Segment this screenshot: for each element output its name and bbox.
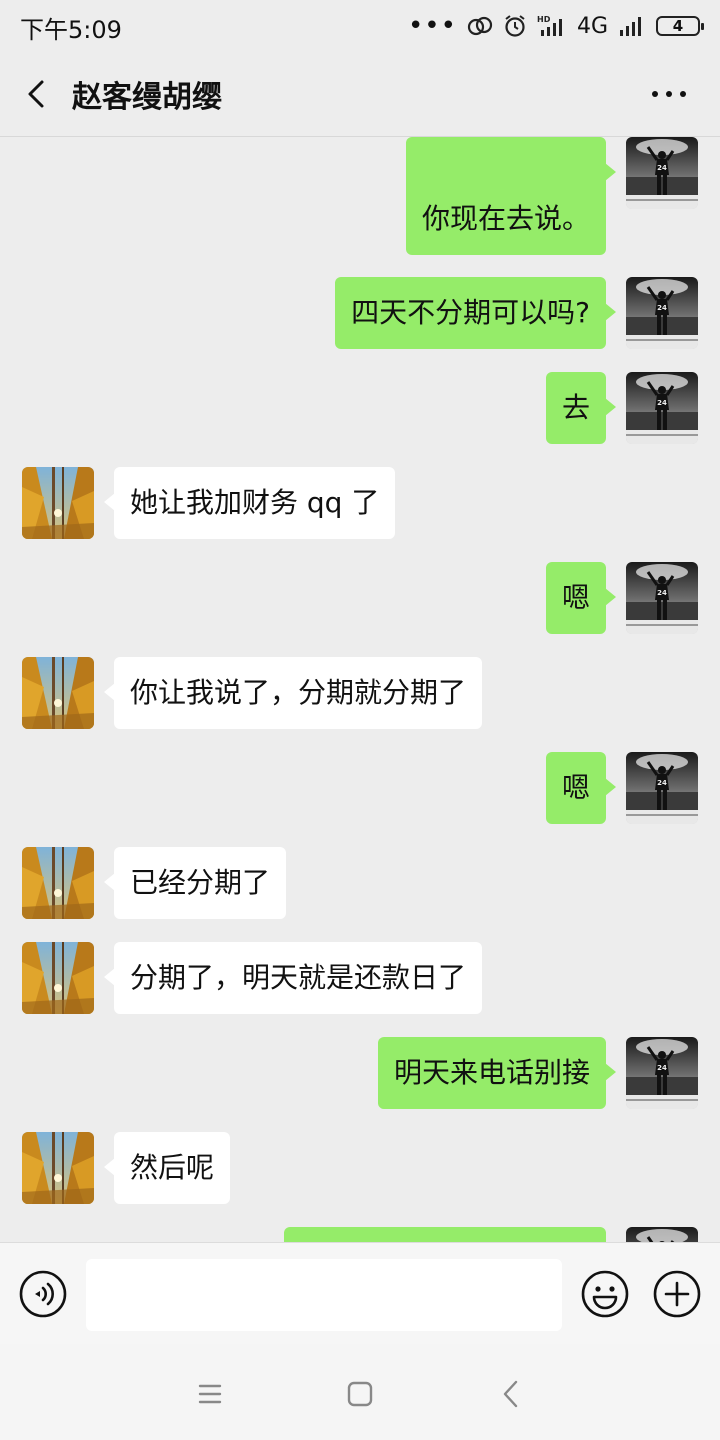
contact-avatar[interactable] [22,847,94,919]
contact-avatar[interactable] [22,657,94,729]
my-avatar[interactable] [626,1037,698,1109]
message-bubble-sent[interactable] [284,1227,606,1242]
message-bubble-sent[interactable]: 你现在去说。 [405,137,617,255]
my-avatar[interactable] [626,372,698,444]
message-text: 明天来电话别接 [393,1056,590,1089]
chat-title: 赵客缦胡缨 [72,80,222,115]
alarm-icon [505,15,525,37]
plus-icon[interactable] [652,1269,702,1319]
my-avatar[interactable] [626,137,698,209]
network-type: 4G [576,13,608,39]
system-nav-bar [0,1344,720,1440]
chat-messages[interactable]: 你现在去说。 四天不分期可以吗? 去 她让我加财务 qq 了 嗯 你让我说了，分… [0,137,720,1242]
message-text: 已经分期了 [130,866,271,899]
voice-icon[interactable] [18,1269,68,1319]
status-time: 下午5:09 [20,16,122,44]
message-text: 嗯 [561,771,590,804]
contact-avatar[interactable] [22,942,94,1014]
message-bubble-received[interactable]: 然后呢 [103,1132,231,1204]
message-input[interactable] [86,1259,562,1331]
signal-hd-icon: HD [537,15,562,36]
signal-icon [620,17,641,36]
message-text: 你现在去说。 [421,202,590,235]
message-text: 嗯 [561,581,590,614]
svg-text:HD: HD [537,15,551,24]
message-bubble-sent[interactable]: 四天不分期可以吗? [335,277,616,349]
home-icon[interactable] [340,1374,380,1414]
message-bubble-received[interactable]: 分期了，明天就是还款日了 [103,942,483,1014]
message-bubble-sent[interactable]: 嗯 [545,562,617,634]
message-text: 你让我说了，分期就分期了 [130,676,467,709]
my-avatar[interactable] [626,277,698,349]
input-bar [0,1242,720,1345]
chat-header: 赵客缦胡缨 [0,52,720,137]
my-avatar[interactable] [626,1227,698,1242]
battery-icon: 4 [656,16,704,36]
more-horizontal-icon[interactable] [644,74,694,114]
message-text: 四天不分期可以吗? [351,296,590,329]
status-icons: ••• HD 4G 4 [407,10,704,42]
message-bubble-received[interactable]: 已经分期了 [103,847,287,919]
emoji-icon[interactable] [580,1269,630,1319]
message-text: 去 [561,391,590,424]
contact-avatar[interactable] [22,1132,94,1204]
back-nav-icon[interactable] [492,1374,532,1414]
message-text: 分期了，明天就是还款日了 [130,961,467,994]
chevron-left-icon[interactable] [18,74,58,114]
link-icon [467,16,493,36]
battery-level: 4 [672,17,684,35]
message-bubble-received[interactable]: 她让我加财务 qq 了 [103,467,396,539]
message-text: 她让我加财务 qq 了 [130,486,380,519]
menu-icon[interactable] [190,1374,230,1414]
message-bubble-sent[interactable]: 嗯 [545,752,617,824]
message-bubble-received[interactable]: 你让我说了，分期就分期了 [103,657,483,729]
more-notifications-icon: ••• [407,11,457,41]
contact-avatar[interactable] [22,467,94,539]
my-avatar[interactable] [626,752,698,824]
message-bubble-sent[interactable]: 明天来电话别接 [377,1037,617,1109]
my-avatar[interactable] [626,562,698,634]
message-bubble-sent[interactable]: 去 [545,372,617,444]
message-text: 然后呢 [130,1151,215,1184]
status-bar: 下午5:09 ••• HD 4G 4 [0,0,720,52]
